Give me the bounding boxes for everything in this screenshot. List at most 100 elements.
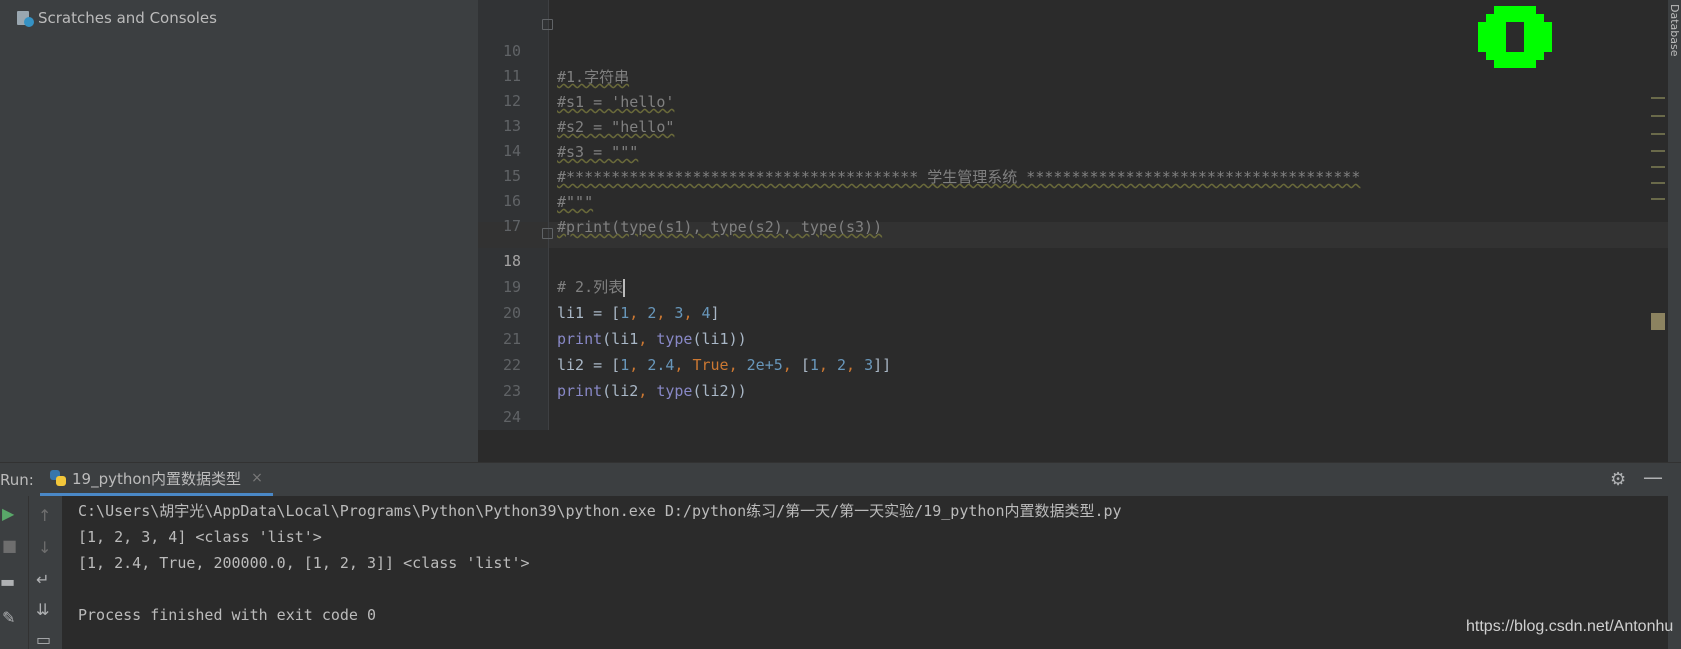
code-text: # 2.列表 — [557, 278, 624, 296]
code-token: True — [692, 356, 729, 374]
code-token: 1 — [809, 356, 819, 374]
code-line: 11 #s1 = 'hello' — [478, 37, 674, 111]
python-file-icon — [50, 470, 66, 486]
code-token: type — [656, 382, 693, 400]
scroll-marker[interactable] — [1651, 150, 1665, 152]
minimize-icon[interactable]: — — [1643, 465, 1663, 489]
scroll-to-end-icon[interactable]: ⇊ — [36, 602, 49, 618]
code-token: , — [638, 382, 657, 400]
code-token: , — [683, 304, 702, 322]
scratches-and-consoles-item[interactable]: Scratches and Consoles — [16, 7, 217, 29]
code-token: 2.4 — [647, 356, 675, 374]
scroll-marker[interactable] — [1651, 198, 1665, 200]
code-text: #s3 = """ — [557, 143, 639, 161]
code-token: (li2 — [602, 382, 639, 400]
code-text: #s2 = "hello" — [557, 118, 675, 136]
code-token: li1 = [ — [557, 304, 621, 322]
code-line: 15 #""" — [478, 137, 593, 211]
code-text: #1.字符串 — [557, 68, 630, 86]
code-token: , — [629, 304, 648, 322]
run-tab-label: 19_python内置数据类型 — [72, 469, 242, 488]
console-line: C:\Users\胡宇光\AppData\Local\Programs\Pyth… — [78, 502, 1122, 520]
code-token: (li1 — [602, 330, 639, 348]
database-tool-tab[interactable]: Database — [1668, 4, 1681, 57]
run-tab[interactable]: 19_python内置数据类型 × — [40, 463, 273, 496]
print-icon[interactable]: ▭ — [36, 632, 51, 648]
code-line: 12 #s2 = "hello" — [478, 62, 674, 136]
code-token: li2 = [ — [557, 356, 621, 374]
code-line: 21 li2 = [1, 2.4, True, 2e+5, [1, 2, 3]] — [478, 300, 891, 374]
project-panel: Scratches and Consoles — [0, 0, 478, 462]
run-console[interactable]: C:\Users\胡宇光\AppData\Local\Programs\Pyth… — [62, 496, 1668, 649]
code-line: 23 — [478, 352, 521, 400]
run-toolbar-secondary: ↑ ↓ ↵ ⇊ ▭ — [28, 496, 63, 649]
scroll-marker[interactable] — [1651, 166, 1665, 168]
close-icon[interactable]: × — [251, 470, 263, 486]
scratches-icon — [16, 9, 34, 27]
code-token: (li2)) — [692, 382, 747, 400]
soft-wrap-icon[interactable]: ↵ — [36, 572, 49, 588]
code-token: , — [728, 356, 747, 374]
fold-icon[interactable] — [542, 228, 553, 239]
code-line: 16 #print(type(s1), type(s2), type(s3)) — [478, 162, 882, 236]
up-arrow-icon[interactable]: ↑ — [38, 508, 51, 524]
code-token: , — [846, 356, 865, 374]
code-token: 2 — [836, 356, 846, 374]
code-token: print — [557, 330, 603, 348]
code-token: , — [629, 356, 648, 374]
code-token: ]] — [873, 356, 892, 374]
caret-scroll-marker[interactable] — [1651, 313, 1665, 330]
code-text: #""" — [557, 193, 594, 211]
code-token: 1 — [620, 304, 630, 322]
gear-icon[interactable]: ⚙ — [1610, 469, 1626, 490]
inspection-status-icon[interactable] — [1478, 6, 1552, 68]
code-token: (li1)) — [692, 330, 747, 348]
code-token: 2e+5 — [746, 356, 783, 374]
run-toolwindow-header: Run: 19_python内置数据类型 × ⚙ — — [0, 462, 1681, 497]
pin-icon[interactable]: ✎ — [2, 610, 15, 626]
layout-icon[interactable]: ▬ — [0, 574, 15, 590]
code-line: 10 #1.字符串 — [478, 12, 629, 86]
code-token: type — [656, 330, 693, 348]
scratches-label: Scratches and Consoles — [38, 9, 217, 27]
code-token: ] — [710, 304, 720, 322]
right-tool-strip — [1668, 0, 1681, 649]
code-token: 3 — [864, 356, 874, 374]
code-token: 2 — [647, 304, 657, 322]
rerun-icon[interactable]: ▶ — [2, 506, 14, 522]
run-label: Run: — [0, 471, 34, 489]
code-text: #***************************************… — [557, 168, 1361, 186]
scroll-marker[interactable] — [1651, 97, 1665, 99]
scroll-marker[interactable] — [1651, 115, 1665, 117]
code-line: 22 print(li2, type(li2)) — [478, 326, 747, 400]
code-token: print — [557, 382, 603, 400]
code-line: 20 print(li1, type(li1)) — [478, 274, 747, 348]
code-line: 18 # 2.列表 — [478, 222, 626, 297]
code-token: , — [818, 356, 837, 374]
code-line: 14 #************************************… — [478, 112, 1361, 186]
console-line: [1, 2, 3, 4] <class 'list'> — [78, 528, 322, 546]
run-toolbar: ▶ ■ ▬ ✎ ↑ ↓ ↵ ⇊ ▭ — [0, 496, 63, 649]
code-line: 17 — [478, 187, 521, 235]
code-line: 13 #s3 = """ — [478, 87, 638, 161]
code-token: , — [782, 356, 801, 374]
code-token: [ — [800, 356, 810, 374]
scroll-marker[interactable] — [1651, 182, 1665, 184]
code-line: 19 li1 = [1, 2, 3, 4] — [478, 248, 720, 322]
code-token: 1 — [620, 356, 630, 374]
down-arrow-icon[interactable]: ↓ — [38, 540, 51, 556]
console-line: Process finished with exit code 0 — [78, 606, 377, 624]
code-text: #s1 = 'hello' — [557, 93, 675, 111]
code-line: 24 — [478, 378, 521, 426]
scroll-marker[interactable] — [1651, 133, 1665, 135]
fold-guide — [548, 0, 549, 430]
console-line: [1, 2.4, True, 200000.0, [1, 2, 3]] <cla… — [78, 554, 530, 572]
code-text: #print(type(s1), type(s2), type(s3)) — [557, 218, 883, 236]
stop-icon[interactable]: ■ — [2, 538, 17, 554]
code-token: , — [638, 330, 657, 348]
fold-icon[interactable] — [542, 19, 553, 30]
code-token: 4 — [701, 304, 711, 322]
text-caret — [623, 278, 626, 297]
watermark: https://blog.csdn.net/Antonhu — [1466, 618, 1674, 635]
line-number: 24 — [502, 408, 521, 426]
